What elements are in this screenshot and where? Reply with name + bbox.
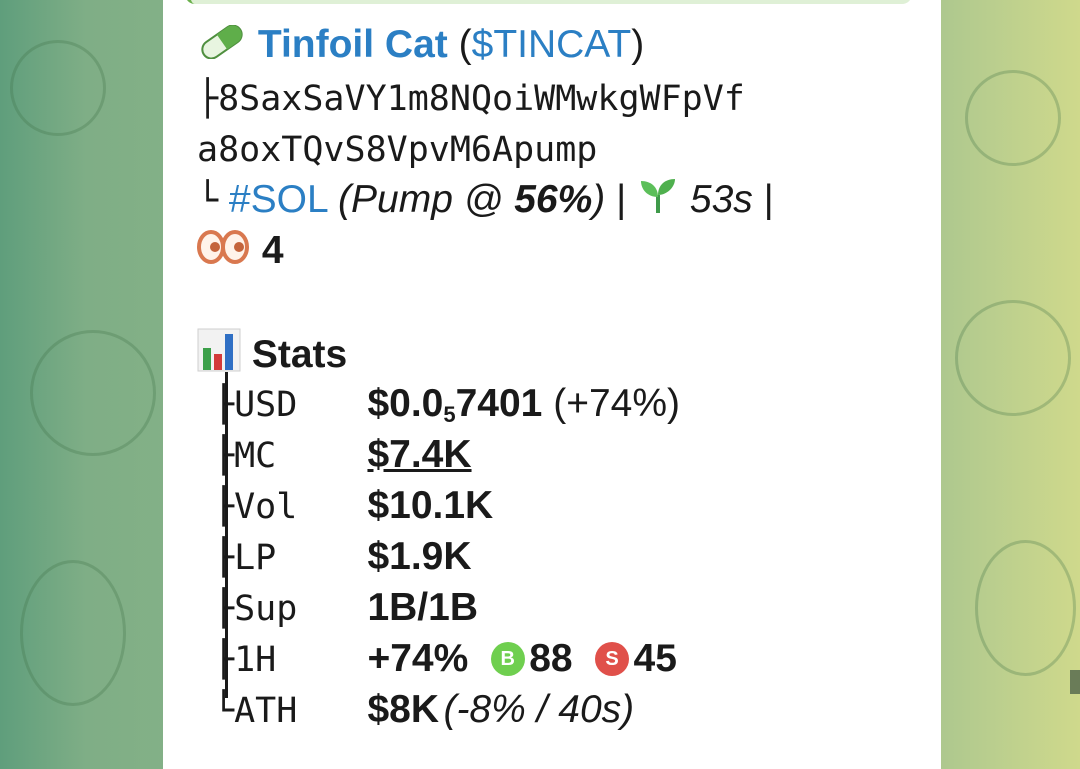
watcher-count: 4 xyxy=(261,229,284,272)
stat-label: ├Vol xyxy=(213,487,298,527)
address-row-2: a8oxTQvS8VpvM6Apump xyxy=(197,124,597,175)
stat-label: ├USD xyxy=(213,385,298,425)
watchers-row: 4 xyxy=(197,226,284,278)
address-row-1: ├8SaxSaVY1m8NQoiWMwkgWFpVf xyxy=(197,73,745,124)
stat-label: ├LP xyxy=(213,538,277,578)
separator: | xyxy=(616,178,627,221)
sell-count: 45 xyxy=(633,637,677,680)
supply-value: 1B/1B xyxy=(367,586,478,629)
eyes-icon xyxy=(197,228,251,278)
usd-price: $0.057401 xyxy=(367,382,543,427)
pump-prefix: (Pump @ xyxy=(338,178,515,221)
token-age: 53s xyxy=(689,178,753,221)
usd-change: (+74%) xyxy=(542,382,681,425)
bg-doodle xyxy=(975,540,1076,676)
seedling-icon xyxy=(637,175,679,228)
separator: | xyxy=(763,178,774,221)
stat-label: ├MC xyxy=(213,436,277,476)
contract-address-part2[interactable]: a8oxTQvS8VpvM6Apump xyxy=(197,130,597,170)
bg-doodle xyxy=(20,560,126,706)
stat-label: ├1H xyxy=(213,640,277,680)
ticker-link[interactable]: $TINCAT xyxy=(472,23,632,66)
pump-percent: 56% xyxy=(514,178,593,221)
stat-row-vol: ├Vol $10.1K xyxy=(213,481,493,531)
stat-row-1h: ├1H +74% B 88 S 45 xyxy=(213,634,677,684)
stat-row-sup: ├Sup 1B/1B xyxy=(213,583,478,633)
message-bubble: Tinfoil Cat ($TINCAT) ├8SaxSaVY1m8NQoiWM… xyxy=(163,0,941,769)
1h-change: +74% xyxy=(367,637,469,680)
token-name-link[interactable]: Tinfoil Cat xyxy=(258,23,448,66)
bg-doodle xyxy=(965,70,1061,166)
ticker-close: ) xyxy=(631,23,645,66)
stat-row-mc: ├MC $7.4K xyxy=(213,430,472,480)
liquidity-value: $1.9K xyxy=(367,535,472,578)
market-cap-link[interactable]: $7.4K xyxy=(367,433,471,476)
tree-branch: ├ xyxy=(197,79,219,119)
contract-address-part1[interactable]: 8SaxSaVY1m8NQoiWMwkgWFpVf xyxy=(218,79,745,119)
bar-chart-icon xyxy=(197,328,241,385)
stats-header: Stats xyxy=(197,328,347,385)
chain-row: └ #SOL (Pump @ 56%) | 53s | xyxy=(197,175,774,228)
reply-quote-bar[interactable] xyxy=(185,0,912,4)
bg-doodle xyxy=(30,330,156,456)
ath-value: $8K xyxy=(367,688,439,731)
pill-icon xyxy=(197,22,247,72)
volume-value: $10.1K xyxy=(367,484,494,527)
tree-branch-end: └ xyxy=(197,181,219,221)
ticker-open: ( xyxy=(458,23,472,66)
bg-doodle xyxy=(955,300,1071,416)
stat-row-lp: ├LP $1.9K xyxy=(213,532,472,582)
stat-label: └ATH xyxy=(213,691,298,731)
stat-label: ├Sup xyxy=(213,589,298,629)
token-title-row: Tinfoil Cat ($TINCAT) xyxy=(197,20,644,72)
stats-title: Stats xyxy=(251,332,348,376)
chain-hashtag[interactable]: #SOL xyxy=(229,178,327,221)
stat-row-ath: └ATH $8K (-8% / 40s) xyxy=(213,685,634,735)
scroll-indicator[interactable] xyxy=(1070,670,1080,694)
sell-badge-icon: S xyxy=(595,642,630,676)
buy-count: 88 xyxy=(529,637,573,680)
ath-detail: (-8% / 40s) xyxy=(443,688,635,731)
stat-row-usd: ├USD $0.057401 (+74%) xyxy=(213,379,680,429)
pump-suffix: ) xyxy=(592,178,606,221)
buy-badge-icon: B xyxy=(490,642,525,676)
bg-doodle xyxy=(10,40,106,136)
